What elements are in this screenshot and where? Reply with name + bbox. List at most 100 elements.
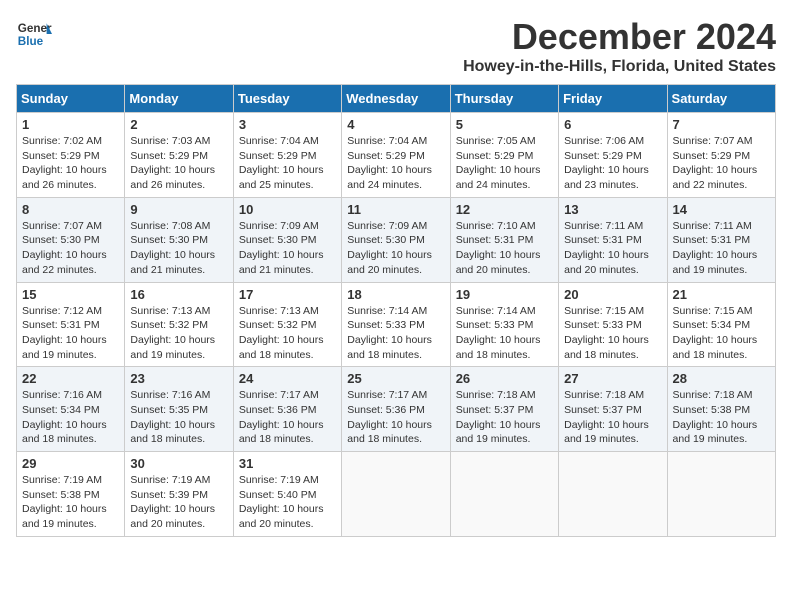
day-info: Sunrise: 7:16 AM Sunset: 5:35 PM Dayligh… [130, 388, 227, 447]
day-number: 11 [347, 202, 444, 217]
day-info: Sunrise: 7:13 AM Sunset: 5:32 PM Dayligh… [239, 304, 336, 363]
day-info: Sunrise: 7:17 AM Sunset: 5:36 PM Dayligh… [239, 388, 336, 447]
calendar-header-cell: Tuesday [233, 85, 341, 113]
day-info: Sunrise: 7:17 AM Sunset: 5:36 PM Dayligh… [347, 388, 444, 447]
day-info: Sunrise: 7:06 AM Sunset: 5:29 PM Dayligh… [564, 134, 661, 193]
day-number: 14 [673, 202, 770, 217]
calendar-day-cell: 20 Sunrise: 7:15 AM Sunset: 5:33 PM Dayl… [559, 282, 667, 367]
day-info: Sunrise: 7:09 AM Sunset: 5:30 PM Dayligh… [239, 219, 336, 278]
calendar-day-cell: 15 Sunrise: 7:12 AM Sunset: 5:31 PM Dayl… [17, 282, 125, 367]
calendar-day-cell [667, 452, 775, 537]
day-number: 20 [564, 287, 661, 302]
day-info: Sunrise: 7:13 AM Sunset: 5:32 PM Dayligh… [130, 304, 227, 363]
day-number: 17 [239, 287, 336, 302]
day-info: Sunrise: 7:14 AM Sunset: 5:33 PM Dayligh… [347, 304, 444, 363]
day-number: 24 [239, 371, 336, 386]
day-info: Sunrise: 7:15 AM Sunset: 5:33 PM Dayligh… [564, 304, 661, 363]
day-number: 4 [347, 117, 444, 132]
day-info: Sunrise: 7:02 AM Sunset: 5:29 PM Dayligh… [22, 134, 119, 193]
day-info: Sunrise: 7:07 AM Sunset: 5:29 PM Dayligh… [673, 134, 770, 193]
calendar-day-cell [342, 452, 450, 537]
logo-icon: General Blue [16, 16, 52, 52]
calendar-body: 1 Sunrise: 7:02 AM Sunset: 5:29 PM Dayli… [17, 113, 776, 537]
day-info: Sunrise: 7:04 AM Sunset: 5:29 PM Dayligh… [239, 134, 336, 193]
calendar-day-cell: 18 Sunrise: 7:14 AM Sunset: 5:33 PM Dayl… [342, 282, 450, 367]
day-info: Sunrise: 7:19 AM Sunset: 5:38 PM Dayligh… [22, 473, 119, 532]
calendar-day-cell: 23 Sunrise: 7:16 AM Sunset: 5:35 PM Dayl… [125, 367, 233, 452]
day-info: Sunrise: 7:18 AM Sunset: 5:37 PM Dayligh… [564, 388, 661, 447]
day-info: Sunrise: 7:18 AM Sunset: 5:37 PM Dayligh… [456, 388, 553, 447]
calendar-week-row: 22 Sunrise: 7:16 AM Sunset: 5:34 PM Dayl… [17, 367, 776, 452]
calendar-day-cell: 9 Sunrise: 7:08 AM Sunset: 5:30 PM Dayli… [125, 197, 233, 282]
calendar-day-cell: 6 Sunrise: 7:06 AM Sunset: 5:29 PM Dayli… [559, 113, 667, 198]
day-number: 13 [564, 202, 661, 217]
calendar-header-cell: Thursday [450, 85, 558, 113]
calendar-day-cell: 29 Sunrise: 7:19 AM Sunset: 5:38 PM Dayl… [17, 452, 125, 537]
calendar-header-cell: Friday [559, 85, 667, 113]
calendar-header-row: SundayMondayTuesdayWednesdayThursdayFrid… [17, 85, 776, 113]
calendar-day-cell: 11 Sunrise: 7:09 AM Sunset: 5:30 PM Dayl… [342, 197, 450, 282]
day-info: Sunrise: 7:04 AM Sunset: 5:29 PM Dayligh… [347, 134, 444, 193]
day-number: 3 [239, 117, 336, 132]
day-number: 1 [22, 117, 119, 132]
day-number: 31 [239, 456, 336, 471]
day-number: 5 [456, 117, 553, 132]
calendar-day-cell: 30 Sunrise: 7:19 AM Sunset: 5:39 PM Dayl… [125, 452, 233, 537]
day-info: Sunrise: 7:05 AM Sunset: 5:29 PM Dayligh… [456, 134, 553, 193]
calendar-day-cell: 14 Sunrise: 7:11 AM Sunset: 5:31 PM Dayl… [667, 197, 775, 282]
calendar-day-cell: 16 Sunrise: 7:13 AM Sunset: 5:32 PM Dayl… [125, 282, 233, 367]
calendar-header-cell: Wednesday [342, 85, 450, 113]
calendar-day-cell: 28 Sunrise: 7:18 AM Sunset: 5:38 PM Dayl… [667, 367, 775, 452]
day-number: 8 [22, 202, 119, 217]
day-info: Sunrise: 7:07 AM Sunset: 5:30 PM Dayligh… [22, 219, 119, 278]
calendar-header-cell: Saturday [667, 85, 775, 113]
calendar: SundayMondayTuesdayWednesdayThursdayFrid… [16, 84, 776, 537]
calendar-day-cell: 1 Sunrise: 7:02 AM Sunset: 5:29 PM Dayli… [17, 113, 125, 198]
svg-text:Blue: Blue [18, 35, 44, 48]
day-number: 21 [673, 287, 770, 302]
calendar-day-cell [450, 452, 558, 537]
day-number: 2 [130, 117, 227, 132]
day-info: Sunrise: 7:15 AM Sunset: 5:34 PM Dayligh… [673, 304, 770, 363]
day-number: 6 [564, 117, 661, 132]
calendar-day-cell: 21 Sunrise: 7:15 AM Sunset: 5:34 PM Dayl… [667, 282, 775, 367]
day-number: 29 [22, 456, 119, 471]
day-number: 27 [564, 371, 661, 386]
day-number: 23 [130, 371, 227, 386]
day-number: 9 [130, 202, 227, 217]
calendar-week-row: 29 Sunrise: 7:19 AM Sunset: 5:38 PM Dayl… [17, 452, 776, 537]
header: General Blue December 2024 Howey-in-the-… [16, 16, 776, 76]
calendar-day-cell: 4 Sunrise: 7:04 AM Sunset: 5:29 PM Dayli… [342, 113, 450, 198]
calendar-week-row: 1 Sunrise: 7:02 AM Sunset: 5:29 PM Dayli… [17, 113, 776, 198]
day-info: Sunrise: 7:14 AM Sunset: 5:33 PM Dayligh… [456, 304, 553, 363]
calendar-header-cell: Sunday [17, 85, 125, 113]
calendar-day-cell: 27 Sunrise: 7:18 AM Sunset: 5:37 PM Dayl… [559, 367, 667, 452]
calendar-week-row: 8 Sunrise: 7:07 AM Sunset: 5:30 PM Dayli… [17, 197, 776, 282]
day-info: Sunrise: 7:19 AM Sunset: 5:40 PM Dayligh… [239, 473, 336, 532]
calendar-day-cell: 26 Sunrise: 7:18 AM Sunset: 5:37 PM Dayl… [450, 367, 558, 452]
calendar-day-cell: 13 Sunrise: 7:11 AM Sunset: 5:31 PM Dayl… [559, 197, 667, 282]
day-info: Sunrise: 7:03 AM Sunset: 5:29 PM Dayligh… [130, 134, 227, 193]
calendar-day-cell: 17 Sunrise: 7:13 AM Sunset: 5:32 PM Dayl… [233, 282, 341, 367]
calendar-week-row: 15 Sunrise: 7:12 AM Sunset: 5:31 PM Dayl… [17, 282, 776, 367]
calendar-day-cell: 25 Sunrise: 7:17 AM Sunset: 5:36 PM Dayl… [342, 367, 450, 452]
calendar-day-cell: 10 Sunrise: 7:09 AM Sunset: 5:30 PM Dayl… [233, 197, 341, 282]
calendar-day-cell: 7 Sunrise: 7:07 AM Sunset: 5:29 PM Dayli… [667, 113, 775, 198]
logo: General Blue [16, 16, 52, 52]
day-info: Sunrise: 7:11 AM Sunset: 5:31 PM Dayligh… [673, 219, 770, 278]
day-info: Sunrise: 7:10 AM Sunset: 5:31 PM Dayligh… [456, 219, 553, 278]
day-info: Sunrise: 7:16 AM Sunset: 5:34 PM Dayligh… [22, 388, 119, 447]
day-number: 10 [239, 202, 336, 217]
calendar-day-cell [559, 452, 667, 537]
calendar-header-cell: Monday [125, 85, 233, 113]
day-number: 26 [456, 371, 553, 386]
day-info: Sunrise: 7:11 AM Sunset: 5:31 PM Dayligh… [564, 219, 661, 278]
day-info: Sunrise: 7:19 AM Sunset: 5:39 PM Dayligh… [130, 473, 227, 532]
calendar-day-cell: 31 Sunrise: 7:19 AM Sunset: 5:40 PM Dayl… [233, 452, 341, 537]
calendar-day-cell: 2 Sunrise: 7:03 AM Sunset: 5:29 PM Dayli… [125, 113, 233, 198]
title-area: December 2024 Howey-in-the-Hills, Florid… [463, 16, 776, 76]
day-number: 30 [130, 456, 227, 471]
calendar-day-cell: 22 Sunrise: 7:16 AM Sunset: 5:34 PM Dayl… [17, 367, 125, 452]
day-number: 18 [347, 287, 444, 302]
day-info: Sunrise: 7:12 AM Sunset: 5:31 PM Dayligh… [22, 304, 119, 363]
